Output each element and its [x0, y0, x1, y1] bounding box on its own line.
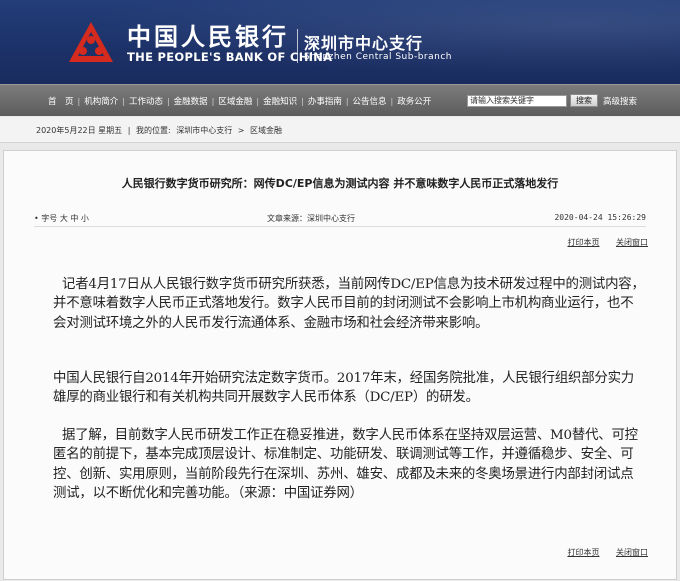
- branch-name-cn: 深圳市中心支行: [304, 34, 424, 53]
- breadcrumb-link-branch[interactable]: 深圳市中心支行: [176, 126, 232, 135]
- search-button[interactable]: 搜索: [570, 94, 598, 107]
- nav-item[interactable]: 区域金融: [214, 95, 256, 107]
- bank-name-cn: 中国人民银行: [127, 22, 289, 51]
- font-size-switcher: • 字号 大 中 小: [34, 213, 89, 224]
- article-source: 文章来源：深圳中心支行: [267, 214, 355, 223]
- pboc-logo-icon[interactable]: [66, 20, 116, 64]
- font-size-medium[interactable]: 中: [70, 214, 78, 223]
- nav-item[interactable]: 金融知识: [259, 95, 301, 107]
- article-paragraph: 中国人民银行自2014年开始研究法定数字货币。2017年末，经国务院批准，人民银…: [53, 371, 634, 406]
- font-size-small[interactable]: 小: [81, 214, 89, 223]
- advanced-search-link[interactable]: 高级搜索: [603, 95, 637, 107]
- bullet-icon: •: [34, 214, 39, 223]
- article-title: 人民银行数字货币研究所：网传DC/EP信息为测试内容 并不意味数字人民币正式落地…: [121, 177, 559, 190]
- close-window-link[interactable]: 关闭窗口: [616, 548, 648, 557]
- nav-item[interactable]: 金融数据: [170, 95, 212, 107]
- article-paragraph: 据了解，目前数字人民币研发工作正在稳妥推进，数字人民币体系在坚持双层运营、M0替…: [53, 428, 638, 501]
- breadcrumb: 2020年5月22日 星期五 | 我的位置: 深圳市中心支行 > 区域金融: [36, 125, 285, 136]
- breadcrumb-bar: 2020年5月22日 星期五 | 我的位置: 深圳市中心支行 > 区域金融: [0, 117, 680, 143]
- close-window-link[interactable]: 关闭窗口: [616, 238, 648, 247]
- header-divider: [297, 29, 298, 63]
- nav-item[interactable]: 工作动态: [125, 95, 167, 107]
- header-banner: 中国人民银行 THE PEOPLE'S BANK OF CHINA 深圳市中心支…: [0, 0, 680, 84]
- nav-item[interactable]: 政务公开: [393, 95, 435, 107]
- breadcrumb-sep: |: [127, 126, 131, 135]
- util-links-top: 打印本页 关闭窗口: [553, 237, 648, 248]
- nav-item[interactable]: 首 页: [44, 95, 78, 107]
- location-prefix: 我的位置:: [135, 126, 171, 135]
- article-datetime: 2020-04-24 15:26:29: [554, 213, 646, 222]
- nav-item[interactable]: 公告信息: [349, 95, 391, 107]
- page: 中国人民银行 THE PEOPLE'S BANK OF CHINA 深圳市中心支…: [0, 0, 680, 581]
- breadcrumb-sep: >: [237, 126, 245, 135]
- article-meta: • 字号 大 中 小 文章来源：深圳中心支行 2020-04-24 15:26:…: [34, 211, 646, 227]
- nav-item[interactable]: 机构简介: [80, 95, 122, 107]
- current-date: 2020年5月22日 星期五: [36, 126, 123, 135]
- search-input[interactable]: 请输入搜索关键字: [467, 95, 567, 107]
- print-page-link[interactable]: 打印本页: [567, 238, 599, 247]
- nav-items: 首 页 | 机构简介 | 工作动态 | 金融数据 | 区域金融 | 金融知识 | 办事指南 | 公告信息 | 政…: [44, 85, 435, 117]
- bank-name-en: THE PEOPLE'S BANK OF CHINA: [127, 50, 333, 64]
- font-size-label: 字号: [41, 214, 58, 223]
- font-size-large[interactable]: 大: [60, 214, 68, 223]
- branch-name-en: Shenzhen Central Sub-branch: [304, 52, 452, 62]
- article-paragraph: 记者4月17日从人民银行数字货币研究所获悉，当前网传DC/EP信息为技术研发过程…: [53, 277, 645, 331]
- print-page-link[interactable]: 打印本页: [567, 548, 599, 557]
- util-links-bottom: 打印本页 关闭窗口: [553, 547, 648, 558]
- nav-item[interactable]: 办事指南: [304, 95, 346, 107]
- article-card: 人民银行数字货币研究所：网传DC/EP信息为测试内容 并不意味数字人民币正式落地…: [3, 150, 677, 580]
- breadcrumb-link-region[interactable]: 区域金融: [250, 126, 282, 135]
